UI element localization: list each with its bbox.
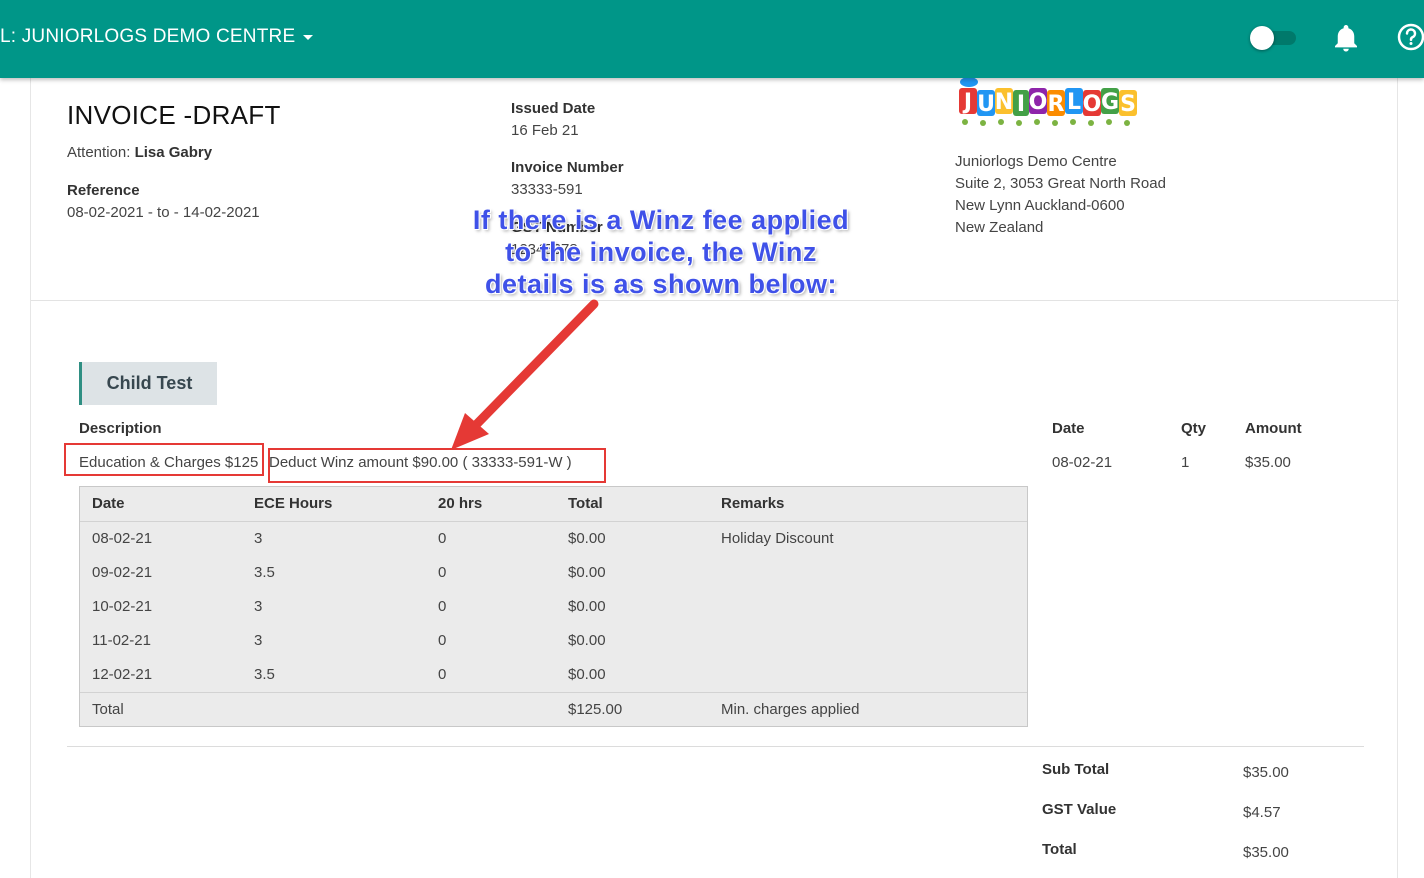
description-header: Description — [79, 420, 162, 437]
totals-divider — [67, 746, 1364, 747]
attention-row: Attention: Lisa Gabry — [67, 144, 212, 161]
centre-name: L: JUNIORLOGS DEMO CENTRE — [0, 26, 296, 47]
subtotal-label: Sub Total — [1042, 761, 1110, 778]
reference-label: Reference — [67, 182, 140, 199]
svg-text:O: O — [1083, 92, 1102, 117]
centre-country: New Zealand — [955, 219, 1044, 236]
annotation-line-1: If there is a Winz fee applied — [472, 205, 850, 235]
cell-20-hrs: 0 — [438, 666, 447, 683]
cell-remarks: Holiday Discount — [721, 530, 834, 547]
juniorlogs-logo: J U N I O R L O G S — [957, 77, 1139, 128]
annotation-line-2: to the invoice, the Winz — [505, 237, 817, 267]
svg-text:J: J — [962, 90, 972, 115]
cell-date: 11-02-21 — [92, 632, 151, 649]
gst-label: GST Value — [1042, 801, 1117, 818]
centre-selector[interactable]: L: JUNIORLOGS DEMO CENTRE — [0, 26, 314, 48]
total-label-bottom: Total — [1042, 841, 1077, 858]
toggle-knob — [1250, 26, 1274, 50]
svg-text:U: U — [977, 92, 995, 117]
reference-value: 08-02-2021 - to - 14-02-2021 — [67, 204, 260, 221]
total-remarks: Min. charges applied — [721, 701, 860, 718]
top-app-bar: L: JUNIORLOGS DEMO CENTRE — [0, 0, 1424, 78]
issued-date-label: Issued Date — [511, 100, 596, 117]
cell-20-hrs: 0 — [438, 632, 447, 649]
date-header: Date — [1052, 420, 1085, 437]
cell-ece-hours: 3.5 — [254, 666, 275, 683]
cell-total: $0.00 — [568, 530, 606, 547]
help-icon[interactable] — [1396, 22, 1424, 52]
invoice-number-label: Invoice Number — [511, 159, 624, 176]
centre-address-line1: Suite 2, 3053 Great North Road — [955, 175, 1166, 192]
svg-text:S: S — [1120, 92, 1136, 117]
cell-total: $0.00 — [568, 598, 606, 615]
cell-date: 08-02-21 — [92, 530, 153, 547]
subtotal-value: $35.00 — [1243, 764, 1289, 781]
total-value-bottom: $35.00 — [1243, 844, 1289, 861]
centre-name-text: Juniorlogs Demo Centre — [955, 153, 1117, 170]
total-amount: $125.00 — [568, 701, 623, 718]
cell-ece-hours: 3 — [254, 598, 263, 615]
child-tab-label: Child Test — [106, 373, 193, 393]
cell-20-hrs: 0 — [438, 564, 447, 581]
table-row: 09-02-21 3.5 0 $0.00 — [80, 556, 1027, 590]
item-qty: 1 — [1181, 454, 1190, 471]
table-row: 10-02-21 3 0 $0.00 — [80, 590, 1027, 624]
col-ece-hours: ECE Hours — [254, 495, 333, 512]
annotation-line-3: details is as shown below: — [484, 269, 838, 299]
qty-header: Qty — [1181, 420, 1207, 437]
theme-toggle[interactable] — [1250, 26, 1298, 50]
cell-ece-hours: 3 — [254, 530, 263, 547]
cell-20-hrs: 0 — [438, 530, 447, 547]
svg-text:G: G — [1101, 90, 1119, 115]
col-date: Date — [92, 495, 125, 512]
annotation-arrow-icon — [451, 299, 599, 450]
header-divider — [31, 300, 1399, 301]
cell-total: $0.00 — [568, 666, 606, 683]
cell-total: $0.00 — [568, 632, 606, 649]
issued-date-value: 16 Feb 21 — [511, 122, 579, 139]
svg-text:R: R — [1048, 92, 1065, 117]
svg-text:N: N — [995, 90, 1013, 115]
amount-header: Amount — [1245, 420, 1302, 437]
caret-down-icon — [303, 34, 314, 40]
highlight-box-charges — [64, 443, 264, 476]
attendance-table: Date ECE Hours 20 hrs Total Remarks 08-0… — [79, 486, 1028, 727]
cell-ece-hours: 3 — [254, 632, 263, 649]
attention-label: Attention: — [67, 144, 131, 161]
table-header-row: Date ECE Hours 20 hrs Total Remarks — [80, 487, 1027, 521]
svg-text:O: O — [1029, 90, 1048, 115]
svg-text:I: I — [1017, 92, 1025, 117]
item-amount: $35.00 — [1245, 454, 1291, 471]
highlight-box-winz — [268, 448, 606, 483]
table-total-row: Total $125.00 Min. charges applied — [80, 693, 1027, 727]
table-row: 11-02-21 3 0 $0.00 — [80, 624, 1027, 658]
svg-text:L: L — [1067, 90, 1081, 115]
child-tab[interactable]: Child Test — [79, 362, 217, 405]
attention-name: Lisa Gabry — [134, 144, 213, 161]
cell-date: 10-02-21 — [92, 598, 153, 615]
invoice-number-value: 33333-591 — [511, 181, 583, 198]
annotation-callout: If there is a Winz fee applied to the in… — [441, 204, 881, 300]
centre-address-line2: New Lynn Auckland-0600 — [955, 197, 1125, 214]
col-remarks: Remarks — [721, 495, 785, 512]
cell-ece-hours: 3.5 — [254, 564, 275, 581]
cell-date: 12-02-21 — [92, 666, 153, 683]
invoice-card: INVOICE -DRAFT Attention: Lisa Gabry Ref… — [30, 77, 1399, 878]
cell-date: 09-02-21 — [92, 564, 153, 581]
col-20-hrs: 20 hrs — [438, 495, 483, 512]
table-row: 12-02-21 3.5 0 $0.00 — [80, 658, 1027, 692]
notification-bell-icon[interactable] — [1331, 24, 1361, 54]
total-label: Total — [92, 701, 124, 718]
cell-20-hrs: 0 — [438, 598, 447, 615]
cell-total: $0.00 — [568, 564, 606, 581]
col-total: Total — [568, 495, 603, 512]
invoice-title: INVOICE -DRAFT — [67, 100, 281, 130]
item-date: 08-02-21 — [1052, 454, 1113, 471]
table-row: 08-02-21 3 0 $0.00 Holiday Discount — [80, 522, 1027, 556]
gst-value: $4.57 — [1243, 804, 1281, 821]
